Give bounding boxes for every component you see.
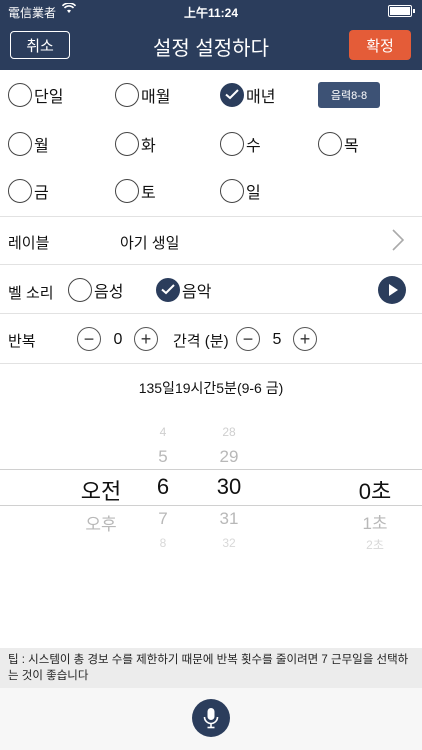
repeat-key: 반복	[8, 333, 36, 350]
picker-selection-top	[0, 469, 422, 470]
microphone-button[interactable]	[192, 699, 230, 737]
weekday-label: 토	[141, 185, 156, 202]
weekday-sun[interactable]: 일	[220, 176, 261, 206]
confirm-button[interactable]: 확정	[349, 30, 411, 60]
weekday-label: 일	[246, 185, 261, 202]
weekday-label: 목	[344, 138, 359, 155]
mode-option-single[interactable]: 단일	[8, 80, 63, 110]
weekday-thu[interactable]: 목	[318, 129, 359, 159]
radio-circle-icon	[318, 132, 342, 156]
tip-text: 팁 : 시스템이 총 경보 수를 제한하기 때문에 반복 횟수를 줄이려면 7 …	[0, 648, 422, 688]
mode-option-monthly[interactable]: 매월	[115, 80, 170, 110]
picker-second-option[interactable]: 2초	[345, 536, 405, 553]
repeat-value: 0	[113, 331, 123, 348]
bell-option-label: 음성	[94, 284, 124, 301]
picker-hour-option[interactable]: 7	[145, 509, 181, 529]
label-key: 레이블	[8, 235, 50, 252]
status-time: 上午11:24	[183, 6, 239, 20]
radio-circle-icon	[115, 179, 139, 203]
navigation-bar: 電信業者 上午11:24 취소 설정 설정하다 확정	[0, 0, 422, 70]
weekday-tue[interactable]: 화	[115, 129, 156, 159]
picker-hour-selected[interactable]: 6	[145, 474, 181, 500]
bell-option-label: 음악	[182, 284, 212, 301]
picker-second-option[interactable]: 1초	[345, 509, 405, 534]
battery-icon	[388, 5, 415, 17]
radio-circle-icon	[8, 83, 32, 107]
picker-ampm-option[interactable]: 오후	[70, 510, 132, 535]
divider	[0, 264, 422, 265]
repeat-minus-button[interactable]: −	[77, 327, 101, 351]
weekday-label: 월	[34, 138, 49, 155]
radio-circle-icon	[115, 132, 139, 156]
picker-hour-option[interactable]: 5	[145, 447, 181, 467]
weekday-wed[interactable]: 수	[220, 129, 261, 159]
label-row[interactable]: 레이블 아기 생일	[0, 216, 422, 264]
weekday-fri[interactable]: 금	[8, 176, 49, 206]
weekday-mon[interactable]: 월	[8, 129, 49, 159]
mode-option-label: 단일	[34, 89, 64, 106]
divider	[0, 363, 422, 364]
picker-minute-option[interactable]: 28	[205, 425, 253, 439]
checkmark-icon	[156, 278, 180, 302]
weekday-label: 금	[34, 185, 49, 202]
radio-circle-icon	[8, 132, 32, 156]
picker-hour-option[interactable]: 8	[145, 536, 181, 550]
picker-minute-option[interactable]: 29	[205, 447, 253, 467]
status-bar: 電信業者 上午11:24	[0, 0, 422, 22]
picker-hour-option[interactable]: 4	[145, 425, 181, 439]
picker-minute-selected[interactable]: 30	[205, 474, 253, 500]
bell-key: 벨 소리	[8, 285, 54, 302]
countdown-text: 135일19시간5분(9-6 금)	[138, 380, 284, 396]
weekday-label: 화	[141, 138, 156, 155]
interval-value: 5	[272, 331, 282, 348]
interval-label: 간격 (분)	[173, 333, 229, 350]
mode-option-label: 매년	[246, 89, 276, 106]
radio-circle-icon	[220, 179, 244, 203]
repeat-plus-button[interactable]: +	[134, 327, 158, 351]
microphone-icon	[203, 708, 219, 729]
time-picker[interactable]: 오전 오후 4 5 6 7 8 28 29 30 31 32 0초 1초 2초	[0, 415, 422, 555]
checkmark-icon	[220, 83, 244, 107]
mode-option-label: 매월	[141, 89, 171, 106]
picker-minute-option[interactable]: 31	[205, 509, 253, 529]
play-icon[interactable]	[378, 276, 406, 304]
radio-circle-icon	[8, 179, 32, 203]
label-value: 아기 생일	[120, 235, 180, 252]
radio-circle-icon	[220, 132, 244, 156]
picker-second-selected[interactable]: 0초	[345, 474, 405, 506]
radio-circle-icon	[115, 83, 139, 107]
interval-minus-button[interactable]: −	[236, 327, 260, 351]
mode-option-yearly[interactable]: 매년	[220, 80, 275, 110]
interval-plus-button[interactable]: +	[293, 327, 317, 351]
picker-ampm-selected[interactable]: 오전	[70, 474, 132, 506]
bell-option-voice[interactable]: 음성	[68, 275, 123, 305]
weekday-label: 수	[246, 138, 261, 155]
divider	[0, 313, 422, 314]
lunar-date-badge[interactable]: 음력8-8	[318, 82, 380, 108]
chevron-right-icon	[392, 229, 405, 256]
radio-circle-icon	[68, 278, 92, 302]
bell-option-music[interactable]: 음악	[156, 275, 211, 305]
weekday-sat[interactable]: 토	[115, 176, 156, 206]
picker-minute-option[interactable]: 32	[205, 536, 253, 550]
